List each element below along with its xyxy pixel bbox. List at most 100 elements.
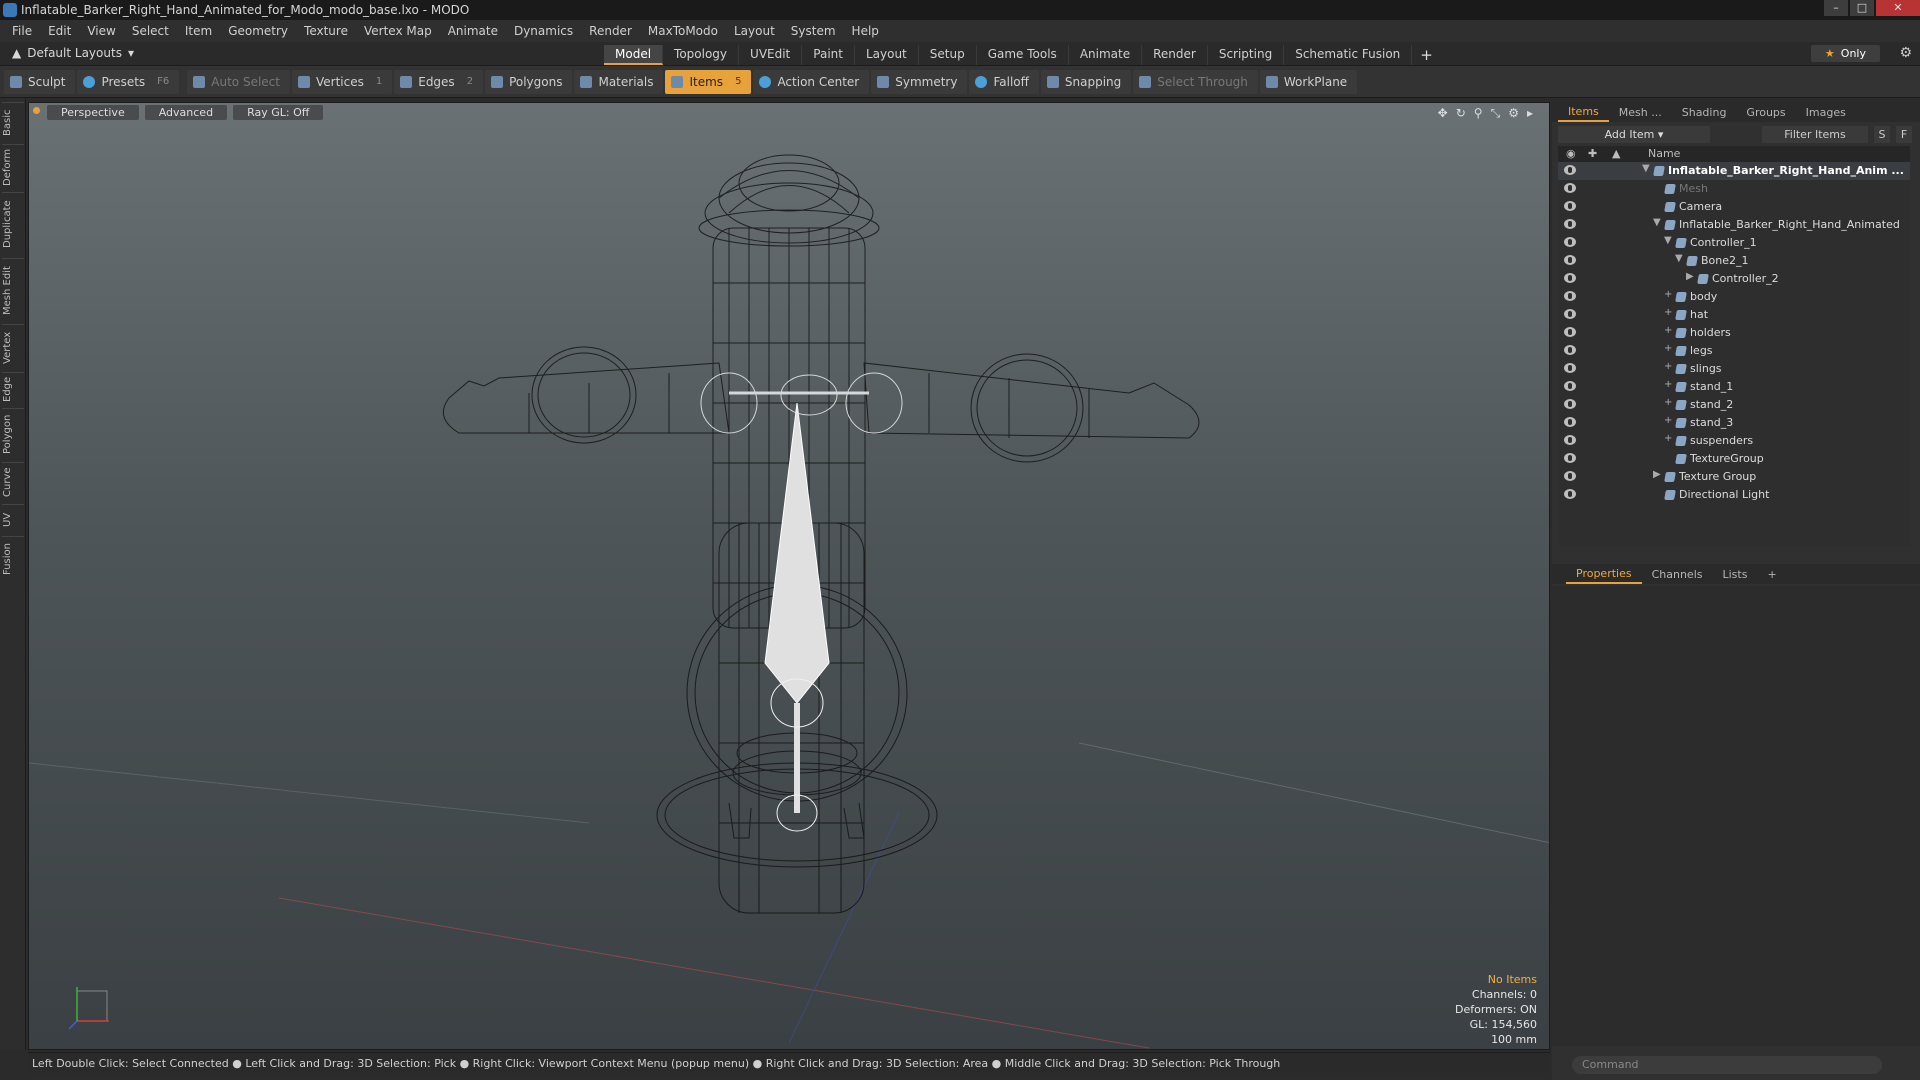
default-layouts-dropdown[interactable]: ▲ Default Layouts ▾ <box>12 46 134 60</box>
tree-row[interactable]: + stand_1 <box>1558 378 1910 396</box>
tab-model[interactable]: Model <box>604 45 664 65</box>
tree-row[interactable]: ▼ Inflatable_Barker_Right_Hand_Anim ... <box>1558 162 1910 180</box>
expand-toggle-icon[interactable]: + <box>1664 397 1672 408</box>
visibility-eye-icon[interactable] <box>1564 489 1576 499</box>
menu-edit[interactable]: Edit <box>40 24 79 38</box>
tree-row[interactable]: Camera <box>1558 198 1910 216</box>
tree-row[interactable]: + legs <box>1558 342 1910 360</box>
menu-dynamics[interactable]: Dynamics <box>506 24 581 38</box>
minimize-button[interactable]: – <box>1824 0 1848 16</box>
expand-toggle-icon[interactable]: + <box>1664 307 1672 318</box>
menu-layout[interactable]: Layout <box>726 24 783 38</box>
tree-row[interactable]: TextureGroup <box>1558 450 1910 468</box>
panel-tab-mesh[interactable]: Mesh ... <box>1609 104 1672 121</box>
expand-toggle-icon[interactable]: + <box>1664 343 1672 354</box>
expand-toggle-icon[interactable]: + <box>1664 379 1672 390</box>
panel-tab-images[interactable]: Images <box>1796 104 1856 121</box>
materials-button[interactable]: Materials <box>574 69 664 94</box>
auto-select-button[interactable]: Auto Select <box>187 69 290 94</box>
menu-item[interactable]: Item <box>177 24 220 38</box>
add-tab-icon[interactable]: + <box>1412 45 1441 65</box>
visibility-eye-icon[interactable] <box>1564 399 1576 409</box>
visibility-eye-icon[interactable] <box>1564 165 1576 175</box>
sculpt-button[interactable]: Sculpt <box>4 69 76 94</box>
tree-row[interactable]: + holders <box>1558 324 1910 342</box>
left-tab-polygon[interactable]: Polygon <box>2 408 24 460</box>
visibility-eye-icon[interactable] <box>1564 201 1576 211</box>
only-button[interactable]: ★ Only <box>1810 45 1880 62</box>
visibility-eye-icon[interactable] <box>1564 363 1576 373</box>
tree-row[interactable]: + stand_2 <box>1558 396 1910 414</box>
tree-row[interactable]: + hat <box>1558 306 1910 324</box>
expand-toggle-icon[interactable]: ▼ <box>1653 217 1661 228</box>
add-tab-icon[interactable]: + <box>1757 566 1786 583</box>
visibility-eye-icon[interactable] <box>1564 453 1576 463</box>
expand-toggle-icon[interactable]: ▶ <box>1653 469 1661 480</box>
expand-toggle-icon[interactable]: + <box>1664 361 1672 372</box>
tree-row[interactable]: ▼ Controller_1 <box>1558 234 1910 252</box>
vertices-button[interactable]: Vertices 1 <box>291 69 393 94</box>
tree-row[interactable]: ▼ Bone2_1 <box>1558 252 1910 270</box>
menu-maxtomodo[interactable]: MaxToModo <box>640 24 726 38</box>
edges-button[interactable]: Edges 2 <box>394 69 484 94</box>
visibility-eye-icon[interactable] <box>1564 309 1576 319</box>
tree-row[interactable]: Directional Light <box>1558 486 1910 504</box>
maximize-button[interactable]: □ <box>1850 0 1874 16</box>
menu-help[interactable]: Help <box>844 24 887 38</box>
polygons-button[interactable]: Polygons <box>485 69 573 94</box>
workplane-button[interactable]: WorkPlane <box>1259 69 1358 94</box>
snapping-button[interactable]: Snapping <box>1040 69 1132 94</box>
visibility-eye-icon[interactable] <box>1564 471 1576 481</box>
gear-icon[interactable]: ⚙ <box>1899 45 1912 61</box>
close-button[interactable]: ✕ <box>1876 0 1920 16</box>
add-item-button[interactable]: Add Item ▾ <box>1558 125 1710 143</box>
visibility-eye-icon[interactable] <box>1564 291 1576 301</box>
select-through-button[interactable]: Select Through <box>1133 69 1258 94</box>
tab-schematic-fusion[interactable]: Schematic Fusion <box>1284 45 1413 65</box>
left-tab-deform[interactable]: Deform <box>2 144 24 190</box>
falloff-button[interactable]: Falloff <box>969 69 1039 94</box>
left-tab-vertex[interactable]: Vertex <box>2 324 24 370</box>
expand-toggle-icon[interactable]: ▼ <box>1664 235 1672 246</box>
expand-toggle-icon[interactable]: ▶ <box>1686 271 1694 282</box>
panel-tab-items[interactable]: Items <box>1558 103 1609 122</box>
visibility-eye-icon[interactable] <box>1564 273 1576 283</box>
f-button[interactable]: F <box>1896 125 1912 143</box>
tab-animate[interactable]: Animate <box>1069 45 1143 65</box>
menu-texture[interactable]: Texture <box>296 24 356 38</box>
prop-tab-properties[interactable]: Properties <box>1566 565 1642 584</box>
visibility-eye-icon[interactable] <box>1564 219 1576 229</box>
tree-row[interactable]: + slings <box>1558 360 1910 378</box>
visibility-eye-icon[interactable] <box>1564 381 1576 391</box>
visibility-eye-icon[interactable] <box>1564 183 1576 193</box>
items-button[interactable]: Items 5 <box>665 69 752 94</box>
left-tab-edge[interactable]: Edge <box>2 372 24 406</box>
visibility-eye-icon[interactable] <box>1564 255 1576 265</box>
expand-toggle-icon[interactable]: ▼ <box>1642 163 1650 174</box>
left-tab-duplicate[interactable]: Duplicate <box>2 192 24 256</box>
left-tab-basic[interactable]: Basic <box>2 102 24 142</box>
command-input[interactable]: Command <box>1572 1056 1882 1074</box>
left-tab-uv[interactable]: UV <box>2 504 24 534</box>
menu-view[interactable]: View <box>79 24 123 38</box>
visibility-eye-icon[interactable] <box>1564 237 1576 247</box>
tree-row[interactable]: ▼ Inflatable_Barker_Right_Hand_Animated <box>1558 216 1910 234</box>
tree-row[interactable]: + body <box>1558 288 1910 306</box>
tab-layout[interactable]: Layout <box>855 45 919 65</box>
tree-row[interactable]: ▶ Texture Group <box>1558 468 1910 486</box>
tree-row[interactable]: Mesh <box>1558 180 1910 198</box>
presets-button[interactable]: Presets F6 <box>77 69 180 94</box>
expand-toggle-icon[interactable]: ▼ <box>1675 253 1683 264</box>
left-tab-curve[interactable]: Curve <box>2 462 24 502</box>
prop-tab-lists[interactable]: Lists <box>1713 566 1758 583</box>
expand-toggle-icon[interactable]: + <box>1664 289 1672 300</box>
visibility-eye-icon[interactable] <box>1564 435 1576 445</box>
prop-tab-channels[interactable]: Channels <box>1642 566 1713 583</box>
tree-row[interactable]: + stand_3 <box>1558 414 1910 432</box>
menu-geometry[interactable]: Geometry <box>220 24 296 38</box>
expand-toggle-icon[interactable]: + <box>1664 433 1672 444</box>
s-button[interactable]: S <box>1874 125 1890 143</box>
left-tab-fusion[interactable]: Fusion <box>2 536 24 582</box>
menu-vertex-map[interactable]: Vertex Map <box>356 24 440 38</box>
expand-toggle-icon[interactable]: + <box>1664 415 1672 426</box>
